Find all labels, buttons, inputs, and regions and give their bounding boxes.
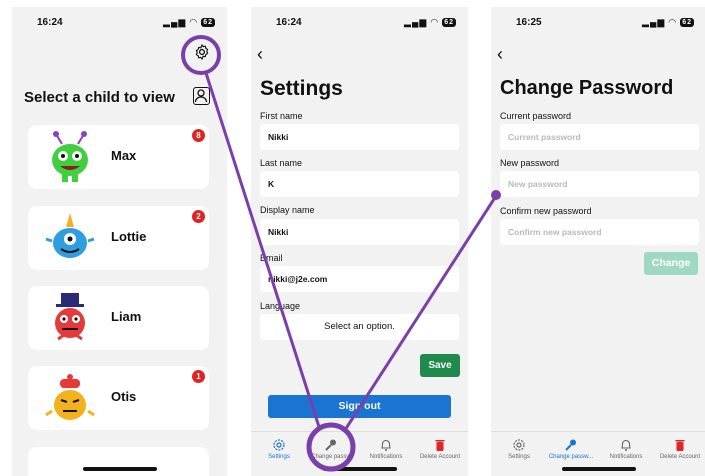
- change-password-screen: 16:25 ▂▄▆ ◠ 62 ‹ Change Password Current…: [491, 7, 705, 476]
- page-title: Settings: [260, 77, 343, 100]
- trash-icon: [675, 440, 685, 451]
- child-name: Lottie: [111, 229, 147, 244]
- settings-screen: 16:24 ▂▄▆ ◠ 62 ‹ Settings First name Nik…: [251, 7, 468, 476]
- back-button[interactable]: ‹: [497, 45, 503, 63]
- current-password-input[interactable]: Current password: [500, 124, 699, 150]
- tab-change-password[interactable]: Change passw...: [545, 438, 597, 460]
- status-icons: ▂▄▆ ◠ 62: [404, 17, 456, 28]
- tab-settings[interactable]: Settings: [493, 438, 545, 460]
- language-label: Language: [260, 301, 301, 311]
- tab-notifications[interactable]: Notifications: [360, 438, 412, 460]
- status-icons: ▂▄▆ ◠ 62: [642, 17, 694, 28]
- child-name: Max: [111, 148, 137, 163]
- home-indicator[interactable]: [561, 467, 636, 471]
- status-bar: 16:24 ▂▄▆ ◠ 62: [251, 7, 468, 33]
- tab-label: Delete Account: [659, 454, 701, 460]
- battery-icon: 62: [442, 18, 456, 28]
- tab-label: Notifications: [369, 454, 403, 460]
- email-field[interactable]: nikki@j2e.com: [260, 266, 459, 292]
- display-name-field[interactable]: Nikki: [260, 219, 459, 245]
- current-password-label: Current password: [500, 111, 572, 121]
- battery-icon: 62: [680, 18, 694, 28]
- notification-badge: 8: [192, 129, 205, 142]
- tab-change-password[interactable]: Change passw: [305, 438, 357, 460]
- save-button[interactable]: Save: [420, 354, 460, 377]
- child-card-otis[interactable]: Otis 1: [28, 366, 209, 430]
- change-button[interactable]: Change: [644, 252, 698, 275]
- email-label: Email: [260, 253, 283, 263]
- status-bar: 16:24 ▂▄▆ ◠ 62: [12, 7, 227, 33]
- monster-avatar-icon: [55, 293, 85, 341]
- child-name: Otis: [111, 389, 137, 404]
- switch-child-icon[interactable]: [193, 87, 210, 105]
- notification-badge: 2: [192, 210, 205, 223]
- bell-icon: [381, 439, 391, 451]
- confirm-password-label: Confirm new password: [500, 206, 592, 216]
- status-time: 16:25: [516, 17, 542, 28]
- display-name-label: Display name: [260, 205, 315, 215]
- child-card-max[interactable]: Max 8: [28, 125, 209, 189]
- tab-label: Settings: [508, 454, 530, 460]
- tab-notifications[interactable]: Notifications: [600, 438, 652, 460]
- trash-icon: [435, 440, 445, 451]
- tab-label: Change passw: [311, 454, 351, 460]
- status-time: 16:24: [37, 17, 63, 28]
- monster-avatar-icon: [45, 213, 95, 258]
- tab-label: Change passw...: [548, 454, 594, 460]
- monster-avatar-icon: [52, 131, 88, 182]
- key-icon: [325, 439, 336, 451]
- status-icons: ▂▄▆ ◠ 62: [163, 17, 215, 28]
- battery-icon: 62: [201, 18, 215, 28]
- tab-settings[interactable]: Settings: [253, 438, 305, 460]
- tab-label: Notifications: [609, 454, 643, 460]
- last-name-field[interactable]: K: [260, 171, 459, 197]
- notification-badge: 1: [192, 370, 205, 383]
- language-select[interactable]: Select an option.: [260, 314, 459, 340]
- child-card-lottie[interactable]: Lottie 2: [28, 206, 209, 270]
- child-card-liam[interactable]: Liam: [28, 286, 209, 350]
- child-name: Liam: [111, 309, 142, 324]
- status-time: 16:24: [276, 17, 302, 28]
- tab-label: Settings: [268, 454, 290, 460]
- first-name-label: First name: [260, 111, 303, 121]
- child-select-screen: 16:24 ▂▄▆ ◠ 62 Select a child to view Ma…: [12, 7, 227, 476]
- new-password-input[interactable]: New password: [500, 171, 699, 197]
- status-bar: 16:25 ▂▄▆ ◠ 62: [491, 7, 705, 33]
- first-name-field[interactable]: Nikki: [260, 124, 459, 150]
- monster-avatar-icon: [45, 374, 95, 420]
- new-password-label: New password: [500, 158, 560, 168]
- last-name-label: Last name: [260, 158, 303, 168]
- sign-out-button[interactable]: Sign out: [268, 395, 451, 418]
- tab-label: Delete Account: [419, 454, 461, 460]
- home-indicator[interactable]: [82, 467, 157, 471]
- stage: 16:24 ▂▄▆ ◠ 62 Select a child to view Ma…: [0, 0, 705, 476]
- back-button[interactable]: ‹: [257, 45, 263, 63]
- gear-icon: [513, 439, 525, 451]
- gear-icon: [273, 439, 285, 451]
- tab-delete-account[interactable]: Delete Account: [414, 438, 466, 460]
- child-card-partial[interactable]: [28, 447, 209, 476]
- bell-icon: [621, 439, 631, 451]
- page-title: Change Password: [500, 77, 674, 99]
- page-title: Select a child to view: [24, 89, 175, 106]
- key-icon: [565, 439, 576, 451]
- settings-gear-icon[interactable]: [193, 43, 211, 61]
- confirm-password-input[interactable]: Confirm new password: [500, 219, 699, 245]
- home-indicator[interactable]: [322, 467, 397, 471]
- tab-delete-account[interactable]: Delete Account: [654, 438, 705, 460]
